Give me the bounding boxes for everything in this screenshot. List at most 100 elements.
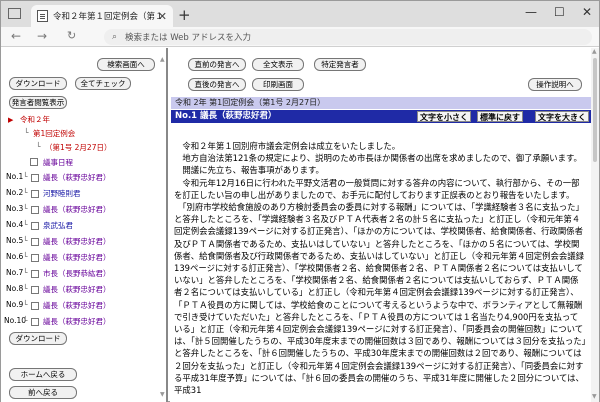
speech-paragraph: 令和元年12月16日に行われた平野文活君の一般質問に対する答弁の内容について、執… — [174, 177, 580, 200]
page-content: 検索画面へ ダウンロード 全てチェック 発言者閲覧表示 ▶ 令和２年 └ 第1回… — [1, 48, 599, 402]
show-speakers-button[interactable]: 発言者閲覧表示 — [9, 96, 67, 109]
scroll-up-icon[interactable]: ▲ — [160, 56, 165, 63]
speech-checkbox[interactable] — [31, 318, 39, 326]
tab-actions-icon[interactable] — [8, 8, 21, 19]
back-button[interactable]: 前へ戻る — [9, 386, 77, 399]
tree-agenda[interactable]: 議事日程 — [43, 157, 73, 168]
tab-title: 令和２年第１回定例会（第１号２月 — [53, 12, 161, 22]
title-bar: 令和２年第１回定例会（第１号２月 ✕ + — ☐ ✕ — [1, 1, 599, 27]
full-display-button[interactable]: 全文表示 — [252, 58, 304, 71]
text-larger-button[interactable]: 文字を大きく — [535, 111, 589, 122]
tree-connector-icon: └ — [23, 188, 28, 197]
tree-connector-icon: └ — [36, 142, 41, 151]
speech-paragraph: 開議に先立ち、報告事項があります。 — [174, 165, 324, 176]
speech-checkbox[interactable] — [31, 190, 39, 198]
navigation-bar: ← → ↻ ⌕ 検索または Web アドレスを入力 — [1, 27, 599, 47]
text-smaller-button[interactable]: 文字を小さく — [417, 111, 471, 122]
print-screen-button[interactable]: 印刷画面 — [252, 78, 304, 91]
speech-checkbox[interactable] — [31, 238, 39, 246]
speech-checkbox[interactable] — [31, 270, 39, 278]
prev-speech-button[interactable]: 直前の発言へ — [188, 58, 246, 71]
tree-connector-icon: └ — [24, 128, 29, 137]
speech-paragraph: 地方自治法第121条の規定により、説明のため市長ほか関係者の出席を求めましたので… — [174, 153, 582, 164]
speech-number: No.3 — [6, 204, 24, 213]
speaker-header: No.1 議長（萩野忠好君） 文字を小さく 標準に戻す 文字を大きく — [171, 110, 591, 123]
speech-paragraph: 令和２年第１回別府市議会定例会は成立をいたしました。 — [174, 141, 401, 151]
refresh-icon[interactable]: ↻ — [67, 29, 76, 42]
tree-connector-icon: └ — [23, 252, 28, 261]
tree-connector-icon: └ — [23, 172, 28, 181]
download-button-bottom[interactable]: ダウンロード — [9, 332, 67, 345]
speech-link[interactable]: 議長（萩野忠好君） — [43, 172, 111, 183]
left-pane: 検索画面へ ダウンロード 全てチェック 発言者閲覧表示 ▶ 令和２年 └ 第1回… — [1, 48, 168, 402]
check-all-button[interactable]: 全てチェック — [75, 77, 131, 90]
tree-issue[interactable]: （第1号 2月27日） — [45, 142, 111, 153]
speech-link[interactable]: 河野睦則君 — [43, 188, 81, 199]
back-icon[interactable]: ← — [11, 29, 21, 43]
tree-year[interactable]: 令和２年 — [20, 114, 50, 125]
speaker-name: No.1 議長（萩野忠好君） — [175, 111, 277, 121]
speech-paragraph: 「別府市学校給食施設のあり方検討委員会の委員に対する報酬」については、「学識経験… — [174, 202, 586, 396]
speech-checkbox[interactable] — [31, 206, 39, 214]
speech-number: No.7 — [6, 268, 24, 277]
speech-link[interactable]: 議長（萩野忠好君） — [43, 252, 111, 263]
speech-link[interactable]: 市長（長野恭紘君） — [43, 268, 111, 279]
tab-close-icon[interactable]: ✕ — [158, 10, 167, 23]
speech-number: No.8 — [6, 284, 24, 293]
speech-body: 令和２年第１回別府市議会定例会は成立をいたしました。 地方自治法第121条の規定… — [174, 140, 586, 396]
minimize-icon[interactable]: — — [525, 5, 537, 19]
tree-connector-icon: └ — [23, 268, 28, 277]
new-tab-icon[interactable]: + — [178, 6, 191, 24]
speech-number: No.5 — [6, 236, 24, 245]
tree-connector-icon: └ — [23, 300, 28, 309]
speech-checkbox[interactable] — [31, 286, 39, 294]
address-placeholder: 検索または Web アドレスを入力 — [125, 33, 251, 43]
speech-checkbox[interactable] — [31, 222, 39, 230]
search-screen-button[interactable]: 検索画面へ — [97, 58, 155, 71]
right-pane: 直前の発言へ 全文表示 特定発言者 直後の発言へ 印刷画面 操作説明へ 令和 2… — [170, 48, 599, 402]
download-button[interactable]: ダウンロード — [9, 77, 67, 90]
speech-link[interactable]: 議長（萩野忠好君） — [43, 300, 111, 311]
right-scrollbar[interactable]: ▲ ▼ — [591, 48, 599, 402]
tree-connector-icon: └ — [23, 316, 28, 325]
tree-session[interactable]: 第1回定例会 — [33, 128, 75, 139]
speech-number: No.4 — [6, 220, 24, 229]
speech-link[interactable]: 泉武弘君 — [43, 220, 73, 231]
session-header: 令和 2年 第1回定例会（第1号 2月27日） — [171, 97, 591, 109]
browser-tab[interactable]: 令和２年第１回定例会（第１号２月 ✕ — [31, 5, 173, 27]
maximize-icon[interactable]: ☐ — [554, 5, 565, 19]
scroll-up-icon[interactable]: ▲ — [592, 48, 597, 55]
browser-window: 令和２年第１回定例会（第１号２月 ✕ + — ☐ ✕ ← → ↻ ⌕ 検索または… — [0, 0, 600, 402]
scroll-thumb[interactable] — [593, 58, 597, 162]
address-bar[interactable]: ⌕ 検索または Web アドレスを入力 — [104, 29, 592, 45]
session-title: 令和 2年 第1回定例会（第1号 2月27日） — [175, 98, 326, 107]
home-button[interactable]: ホームへ戻る — [9, 368, 77, 381]
agenda-checkbox[interactable] — [30, 158, 38, 166]
forward-icon[interactable]: → — [37, 29, 47, 43]
speech-checkbox[interactable] — [31, 302, 39, 310]
tree-connector-icon: └ — [23, 204, 28, 213]
left-scrollbar[interactable]: ▲ ▼ — [159, 56, 165, 400]
speech-link[interactable]: 議長（萩野忠好君） — [43, 316, 111, 327]
speech-link[interactable]: 議長（萩野忠好君） — [43, 236, 111, 247]
scroll-down-icon[interactable]: ▼ — [160, 391, 165, 398]
speech-number: No.1 — [6, 172, 24, 181]
search-icon: ⌕ — [112, 32, 118, 42]
scroll-down-icon[interactable]: ▼ — [592, 393, 597, 400]
speech-number: No.6 — [6, 252, 24, 261]
expanded-arrow-icon: ▶ — [8, 116, 14, 124]
page-icon — [37, 10, 48, 22]
speech-checkbox[interactable] — [31, 174, 39, 182]
tree-connector-icon: └ — [23, 236, 28, 245]
specific-speaker-button[interactable]: 特定発言者 — [314, 58, 366, 71]
speech-number: No.2 — [6, 188, 24, 197]
next-speech-button[interactable]: 直後の発言へ — [188, 78, 246, 91]
tree-connector-icon: └ — [23, 284, 28, 293]
window-close-icon[interactable]: ✕ — [582, 5, 592, 19]
speech-number: No.9 — [6, 300, 24, 309]
speech-link[interactable]: 議長（萩野忠好君） — [43, 284, 111, 295]
text-normal-button[interactable]: 標準に戻す — [477, 111, 523, 122]
help-button[interactable]: 操作説明へ — [528, 78, 582, 91]
speech-checkbox[interactable] — [31, 254, 39, 262]
speech-link[interactable]: 議長（萩野忠好君） — [43, 204, 111, 215]
